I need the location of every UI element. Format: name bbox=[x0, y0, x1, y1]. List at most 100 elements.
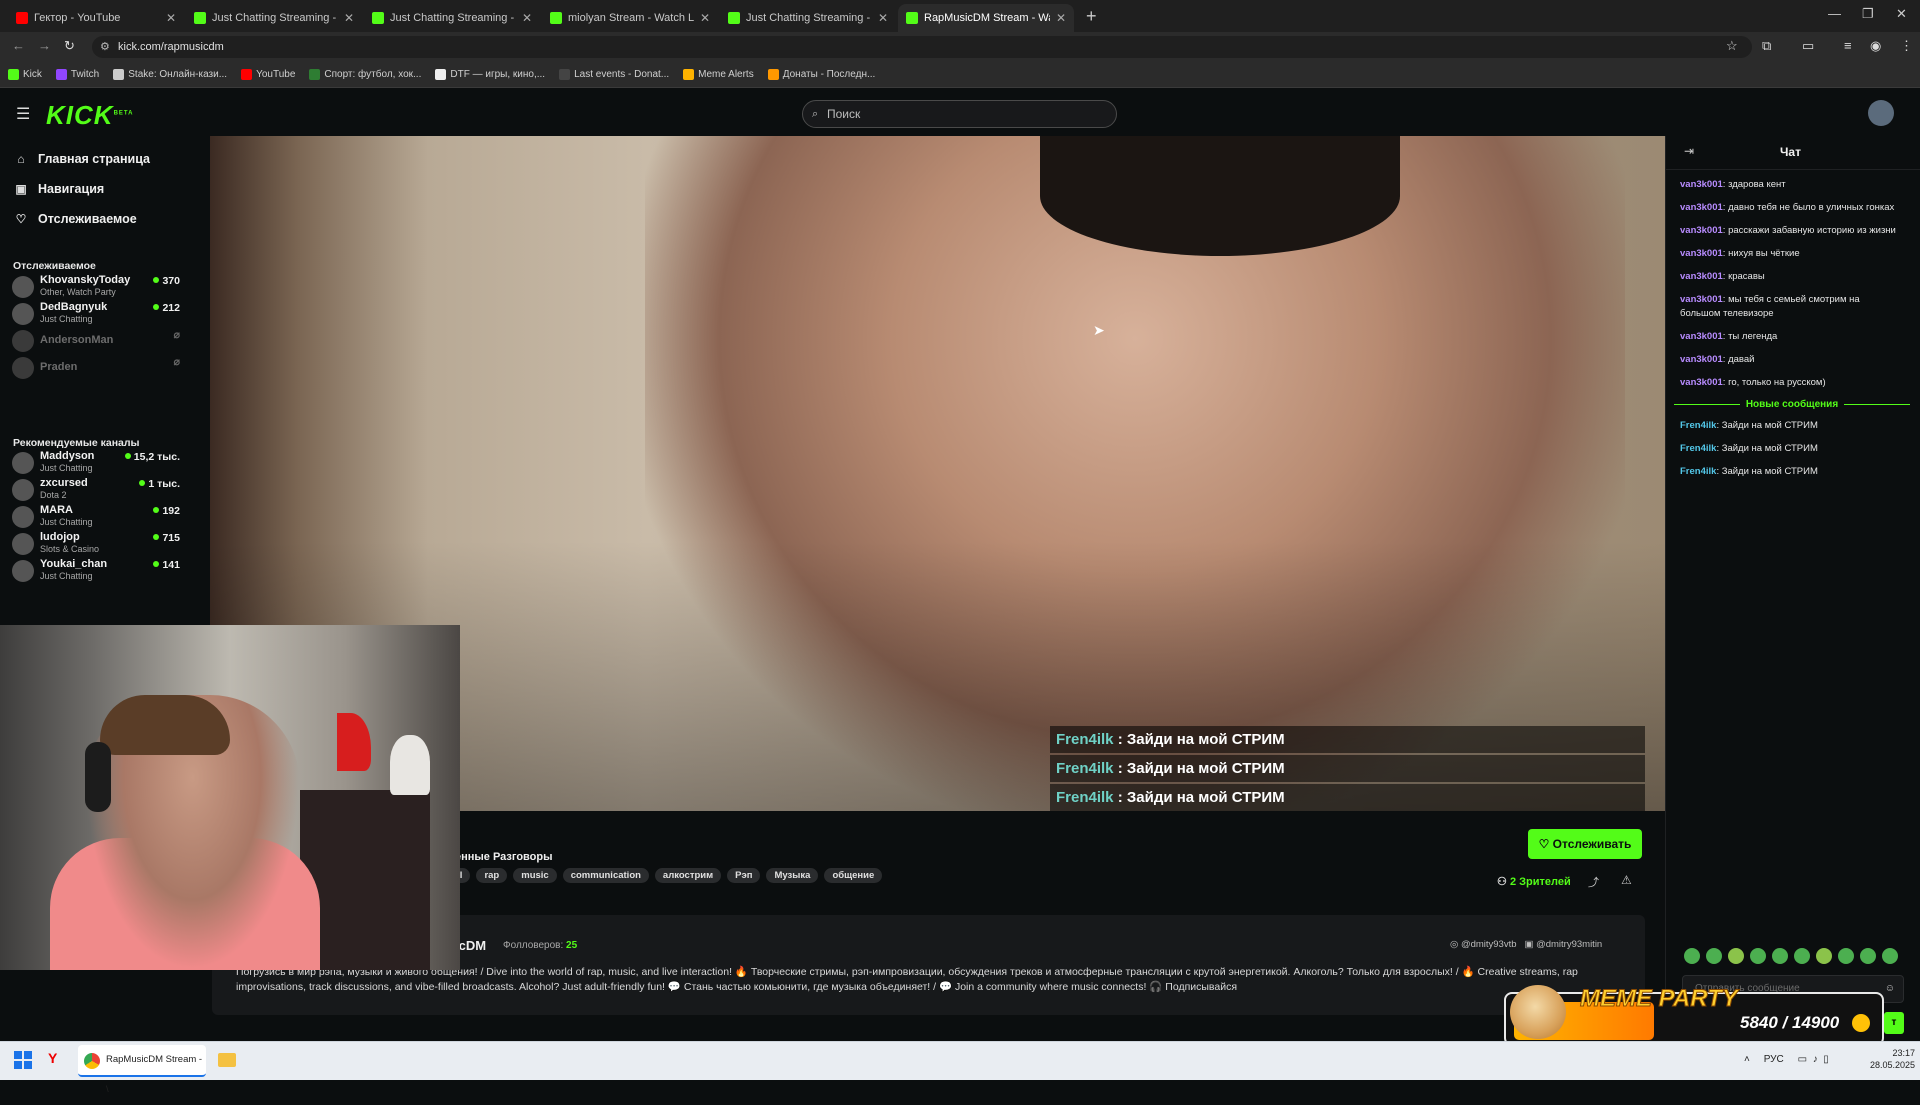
chat-username[interactable]: Fren4ilk bbox=[1680, 420, 1716, 431]
chat-username[interactable]: van3k001 bbox=[1680, 354, 1723, 365]
search-input[interactable]: ⌕ Поиск bbox=[802, 100, 1117, 128]
share-icon[interactable]: ⤴ bbox=[1588, 874, 1599, 890]
collapse-chat-icon[interactable]: ⇥ bbox=[1684, 144, 1694, 158]
bookmark-star-icon[interactable]: ☆ bbox=[1726, 38, 1738, 54]
tab-close-icon[interactable]: ✕ bbox=[700, 11, 710, 25]
browser-tab[interactable]: Just Chatting Streaming - Live S ✕ bbox=[720, 4, 896, 32]
emote-icon[interactable] bbox=[1882, 948, 1898, 964]
stream-category[interactable]: енные Разговоры bbox=[455, 851, 553, 863]
menu-hamburger-icon[interactable]: ☰ bbox=[16, 104, 30, 124]
sidebar-channel[interactable]: Praden ⌀ bbox=[12, 353, 184, 383]
sidepanel-icon[interactable]: ▭ bbox=[1802, 38, 1814, 54]
chat-message: van3k001: давай bbox=[1680, 353, 1900, 367]
site-info-icon[interactable]: ⚙ bbox=[100, 36, 110, 58]
chat-username[interactable]: van3k001 bbox=[1680, 179, 1723, 190]
emote-icon[interactable] bbox=[1728, 948, 1744, 964]
taskbar-chrome-window[interactable]: RapMusicDM Stream - \ bbox=[78, 1045, 206, 1095]
bookmark-item[interactable]: Meme Alerts bbox=[683, 69, 754, 80]
file-explorer-icon[interactable] bbox=[218, 1053, 236, 1067]
yandex-browser-icon[interactable]: Y bbox=[48, 1050, 57, 1066]
emote-icon[interactable] bbox=[1706, 948, 1722, 964]
tab-favicon-icon bbox=[728, 12, 740, 24]
menu-icon[interactable]: ⋮ bbox=[1900, 38, 1913, 54]
bookmark-item[interactable]: DTF — игры, кино,... bbox=[435, 69, 545, 80]
windows-start-icon[interactable] bbox=[14, 1051, 32, 1069]
tab-close-icon[interactable]: ✕ bbox=[878, 11, 888, 25]
channel-category: Just Chatting bbox=[40, 571, 93, 581]
forward-icon[interactable]: → bbox=[38, 38, 51, 53]
new-tab-button[interactable]: + bbox=[1086, 6, 1097, 27]
stream-tag[interactable]: Музыка bbox=[766, 868, 819, 883]
sidebar-channel[interactable]: KhovanskyToday Other, Watch Party 370 bbox=[12, 272, 184, 302]
chat-username[interactable]: Fren4ilk bbox=[1680, 443, 1716, 454]
back-icon[interactable]: ← bbox=[12, 38, 25, 53]
bookmark-item[interactable]: Last events - Donat... bbox=[559, 69, 669, 80]
reload-icon[interactable]: ↻ bbox=[64, 38, 75, 54]
social-link-1[interactable]: @dmity93vtb bbox=[1461, 939, 1517, 950]
send-button[interactable]: т bbox=[1884, 1012, 1904, 1034]
nav-browse[interactable]: ▣ Навигация bbox=[14, 182, 104, 196]
emote-icon[interactable] bbox=[1684, 948, 1700, 964]
stream-tag[interactable]: rap bbox=[476, 868, 508, 883]
address-bar[interactable]: ⚙ kick.com/rapmusicdm bbox=[92, 36, 1752, 58]
browser-tab[interactable]: RapMusicDM Stream - Wat ✕ bbox=[898, 4, 1074, 32]
chat-username[interactable]: van3k001 bbox=[1680, 377, 1723, 388]
follow-button[interactable]: ♡ Отслеживать bbox=[1528, 829, 1642, 859]
minimize-icon[interactable]: — bbox=[1828, 6, 1841, 21]
kick-logo[interactable]: KICKBETA bbox=[46, 100, 133, 131]
bookmark-item[interactable]: Kick bbox=[8, 69, 42, 80]
viewer-count: 141 bbox=[153, 559, 180, 571]
tab-close-icon[interactable]: ✕ bbox=[1056, 11, 1066, 25]
system-tray[interactable]: ˄ РУС ▭ ♪ ▯ bbox=[1744, 1054, 1829, 1065]
bookmark-item[interactable]: YouTube bbox=[241, 69, 295, 80]
nav-home[interactable]: ⌂ Главная страница bbox=[14, 152, 150, 166]
user-avatar[interactable] bbox=[1868, 100, 1894, 126]
bookmark-item[interactable]: Stake: Онлайн-кази... bbox=[113, 69, 227, 80]
chat-username[interactable]: van3k001 bbox=[1680, 331, 1723, 342]
emote-icon[interactable] bbox=[1816, 948, 1832, 964]
chat-username[interactable]: van3k001 bbox=[1680, 202, 1723, 213]
tab-close-icon[interactable]: ✕ bbox=[166, 11, 176, 25]
stream-tag[interactable]: music bbox=[513, 868, 557, 883]
report-icon[interactable]: ⚠ bbox=[1621, 873, 1632, 887]
chat-username[interactable]: van3k001 bbox=[1680, 248, 1723, 259]
maximize-icon[interactable]: ❐ bbox=[1862, 6, 1874, 22]
chat-username[interactable]: van3k001 bbox=[1680, 271, 1723, 282]
chat-username[interactable]: van3k001 bbox=[1680, 294, 1723, 305]
emote-icon[interactable] bbox=[1838, 948, 1854, 964]
profile-icon[interactable]: ◉ bbox=[1870, 38, 1881, 54]
stream-tag[interactable]: Рэп bbox=[727, 868, 761, 883]
browser-tab[interactable]: Just Chatting Streaming - Live S ✕ bbox=[186, 4, 362, 32]
nav-following[interactable]: ♡ Отслеживаемое bbox=[14, 212, 137, 226]
bookmark-item[interactable]: Спорт: футбол, хок... bbox=[309, 69, 421, 80]
sidebar-channel[interactable]: Youkai_chan Just Chatting 141 bbox=[12, 556, 184, 586]
emoji-icon[interactable]: ☺ bbox=[1885, 976, 1895, 1002]
social-link-2[interactable]: @dmitry93mitin bbox=[1536, 939, 1602, 950]
chat-username[interactable]: van3k001 bbox=[1680, 225, 1723, 236]
tab-close-icon[interactable]: ✕ bbox=[344, 11, 354, 25]
emote-icon[interactable] bbox=[1772, 948, 1788, 964]
system-clock[interactable]: 23:17 28.05.2025 bbox=[1870, 1047, 1915, 1071]
sidebar-channel[interactable]: AndersonMan ⌀ bbox=[12, 326, 184, 356]
sidebar-channel[interactable]: ludojop Slots & Casino 715 bbox=[12, 529, 184, 559]
browser-tab[interactable]: Just Chatting Streaming - Live S ✕ bbox=[364, 4, 540, 32]
emote-icon[interactable] bbox=[1794, 948, 1810, 964]
close-window-icon[interactable]: ✕ bbox=[1896, 6, 1907, 22]
media-icon[interactable]: ≡ bbox=[1844, 38, 1852, 53]
bookmark-item[interactable]: Twitch bbox=[55, 69, 99, 80]
sidebar-channel[interactable]: DedBagnyuk Just Chatting 212 bbox=[12, 299, 184, 329]
bookmark-item[interactable]: Донаты - Последн... bbox=[767, 69, 875, 80]
stream-tag[interactable]: алкострим bbox=[654, 868, 722, 883]
emote-icon[interactable] bbox=[1860, 948, 1876, 964]
browser-tab[interactable]: Гектор - YouTube ✕ bbox=[8, 4, 184, 32]
stream-tag[interactable]: communication bbox=[562, 868, 649, 883]
sidebar-channel[interactable]: Maddyson Just Chatting 15,2 тыс. bbox=[12, 448, 184, 478]
chat-username[interactable]: Fren4ilk bbox=[1680, 466, 1716, 477]
extensions-icon[interactable]: ⧉ bbox=[1762, 38, 1771, 54]
sidebar-channel[interactable]: MARA Just Chatting 192 bbox=[12, 502, 184, 532]
browser-tab[interactable]: miolyan Stream - Watch Live on ✕ bbox=[542, 4, 718, 32]
stream-tag[interactable]: общение bbox=[824, 868, 883, 883]
sidebar-channel[interactable]: zxcursed Dota 2 1 тыс. bbox=[12, 475, 184, 505]
emote-icon[interactable] bbox=[1750, 948, 1766, 964]
tab-close-icon[interactable]: ✕ bbox=[522, 11, 532, 25]
